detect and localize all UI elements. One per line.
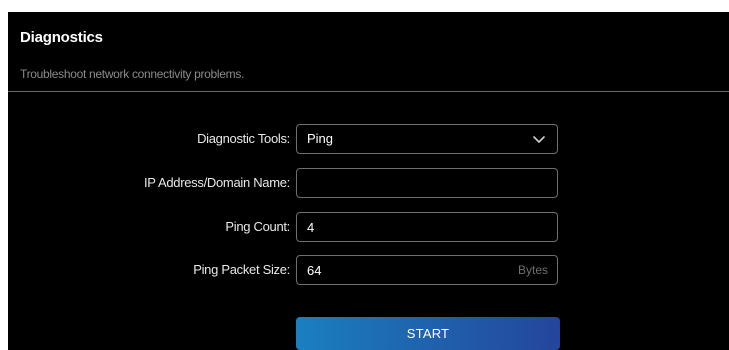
packet-size-field-box: Bytes [296, 255, 558, 285]
page-title: Diagnostics [20, 29, 103, 46]
start-button[interactable]: START [296, 317, 560, 350]
diagnostics-panel: Diagnostics Troubleshoot network connect… [8, 12, 729, 350]
packet-size-unit: Bytes [517, 263, 548, 277]
header-divider [8, 91, 729, 92]
diagnostic-tool-select[interactable]: Ping [296, 124, 558, 154]
page-subtitle: Troubleshoot network connectivity proble… [20, 67, 245, 81]
address-input[interactable] [297, 169, 557, 197]
ping-count-field-box [296, 212, 558, 242]
chevron-down-icon [533, 136, 545, 143]
address-label: IP Address/Domain Name: [143, 175, 290, 190]
packet-size-label: Ping Packet Size: [193, 262, 290, 277]
address-field-box [296, 168, 558, 198]
packet-size-row: Ping Packet Size: Bytes [8, 255, 729, 285]
diagnostic-tool-value: Ping [307, 131, 334, 146]
address-row: IP Address/Domain Name: [8, 168, 729, 198]
diagnostic-tool-row: Diagnostic Tools: Ping [8, 124, 729, 154]
diagnostic-tool-label: Diagnostic Tools: [197, 131, 290, 146]
ping-count-row: Ping Count: [8, 212, 729, 242]
ping-count-label: Ping Count: [225, 219, 290, 234]
ping-count-input[interactable] [297, 213, 557, 241]
